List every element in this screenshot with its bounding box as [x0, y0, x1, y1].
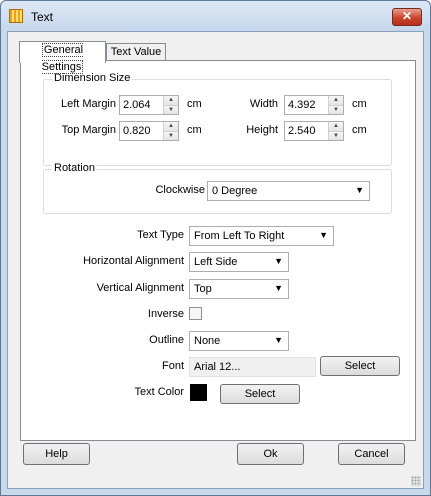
help-button[interactable]: Help — [23, 443, 90, 465]
spin-up-icon[interactable]: ▲ — [164, 96, 178, 105]
width-label: Width — [249, 98, 278, 110]
cancel-button[interactable]: Cancel — [338, 443, 405, 465]
chevron-down-icon: ▼ — [274, 335, 283, 345]
vertical-alignment-dropdown[interactable]: Top ▼ — [189, 279, 289, 299]
ok-button[interactable]: Ok — [237, 443, 304, 465]
resize-grip-icon[interactable] — [411, 476, 421, 486]
dialog-client-area: General Settings Text Value Dimension Si… — [7, 31, 424, 489]
font-value: Arial 12... — [194, 361, 241, 373]
height-label: Height — [246, 124, 278, 136]
inverse-label: Inverse — [147, 308, 184, 320]
title-bar[interactable]: Text ✕ — [1, 1, 430, 31]
outline-dropdown[interactable]: None ▼ — [189, 331, 289, 351]
width-value: 4.392 — [288, 99, 316, 111]
window-title: Text — [31, 10, 54, 24]
app-icon — [9, 9, 23, 23]
tab-general-settings[interactable]: General Settings — [19, 41, 106, 74]
dialog-window: Text ✕ General Settings Text Value Dimen… — [0, 0, 431, 496]
left-margin-label: Left Margin — [60, 98, 116, 110]
spin-down-icon[interactable]: ▼ — [164, 131, 178, 140]
text-color-select-button[interactable]: Select — [220, 384, 300, 404]
inverse-checkbox[interactable] — [189, 307, 202, 320]
outline-value: None — [194, 335, 221, 347]
font-display: Arial 12... — [189, 357, 316, 377]
spin-down-icon[interactable]: ▼ — [329, 131, 343, 140]
height-value: 2.540 — [288, 125, 316, 137]
font-label: Font — [161, 360, 184, 372]
horizontal-alignment-value: Left Side — [194, 256, 238, 268]
rotation-group: Rotation Clockwise 0 Degree ▼ — [43, 162, 392, 214]
spin-up-icon[interactable]: ▲ — [329, 96, 343, 105]
tab-label: Text Value — [110, 46, 162, 58]
spin-up-icon[interactable]: ▲ — [329, 122, 343, 131]
vertical-alignment-value: Top — [194, 283, 212, 295]
general-settings-panel: Dimension Size Left Margin 2.064 ▲ ▼ cm T… — [20, 60, 416, 441]
width-spinbox[interactable]: 4.392 ▲ ▼ — [284, 95, 344, 115]
chevron-down-icon: ▼ — [274, 283, 283, 293]
left-margin-spinbox[interactable]: 2.064 ▲ ▼ — [119, 95, 179, 115]
clockwise-dropdown[interactable]: 0 Degree ▼ — [207, 181, 370, 201]
text-type-label: Text Type — [137, 229, 184, 241]
chevron-down-icon: ▼ — [355, 185, 364, 195]
text-color-label: Text Color — [134, 386, 184, 398]
spin-down-icon[interactable]: ▼ — [329, 105, 343, 114]
spin-down-icon[interactable]: ▼ — [164, 105, 178, 114]
horizontal-alignment-label: Horizontal Alignment — [83, 255, 184, 267]
text-color-swatch — [190, 384, 207, 401]
spin-up-icon[interactable]: ▲ — [164, 122, 178, 131]
vertical-alignment-label: Vertical Alignment — [96, 282, 184, 294]
height-spinbox[interactable]: 2.540 ▲ ▼ — [284, 121, 344, 141]
tab-label: General Settings — [41, 43, 84, 74]
chevron-down-icon: ▼ — [319, 230, 328, 240]
clockwise-value: 0 Degree — [212, 185, 258, 197]
top-margin-label: Top Margin — [61, 124, 116, 136]
dimension-size-group: Dimension Size Left Margin 2.064 ▲ ▼ cm T… — [43, 72, 392, 166]
close-button[interactable]: ✕ — [392, 8, 422, 26]
left-margin-unit: cm — [187, 98, 202, 110]
top-margin-value: 0.820 — [123, 125, 151, 137]
group-title: Rotation — [52, 162, 97, 174]
height-unit: cm — [352, 124, 367, 136]
left-margin-value: 2.064 — [123, 99, 151, 111]
text-type-dropdown[interactable]: From Left To Right ▼ — [189, 226, 334, 246]
top-margin-unit: cm — [187, 124, 202, 136]
text-type-value: From Left To Right — [194, 230, 285, 242]
font-select-button[interactable]: Select — [320, 356, 400, 376]
width-unit: cm — [352, 98, 367, 110]
horizontal-alignment-dropdown[interactable]: Left Side ▼ — [189, 252, 289, 272]
clockwise-label: Clockwise — [155, 184, 205, 196]
outline-label: Outline — [149, 334, 184, 346]
top-margin-spinbox[interactable]: 0.820 ▲ ▼ — [119, 121, 179, 141]
chevron-down-icon: ▼ — [274, 256, 283, 266]
